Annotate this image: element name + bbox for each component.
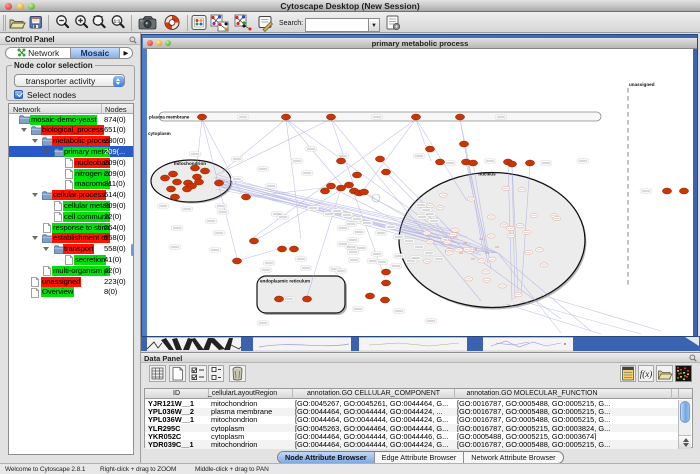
svg-text:plasma membrane: plasma membrane [149,114,190,119]
svg-text:cytoplasm: cytoplasm [148,131,171,136]
svg-text:nucleus: nucleus [478,172,496,177]
svg-text:unassigned: unassigned [629,82,655,87]
svg-text:f(x): f(x) [640,369,653,379]
svg-text:1:1: 1:1 [114,18,121,23]
svg-text:endoplasmic reticulum: endoplasmic reticulum [260,279,310,284]
svg-text:Search:: Search: [279,20,303,27]
svg-text:mitochondrion: mitochondrion [174,161,206,166]
